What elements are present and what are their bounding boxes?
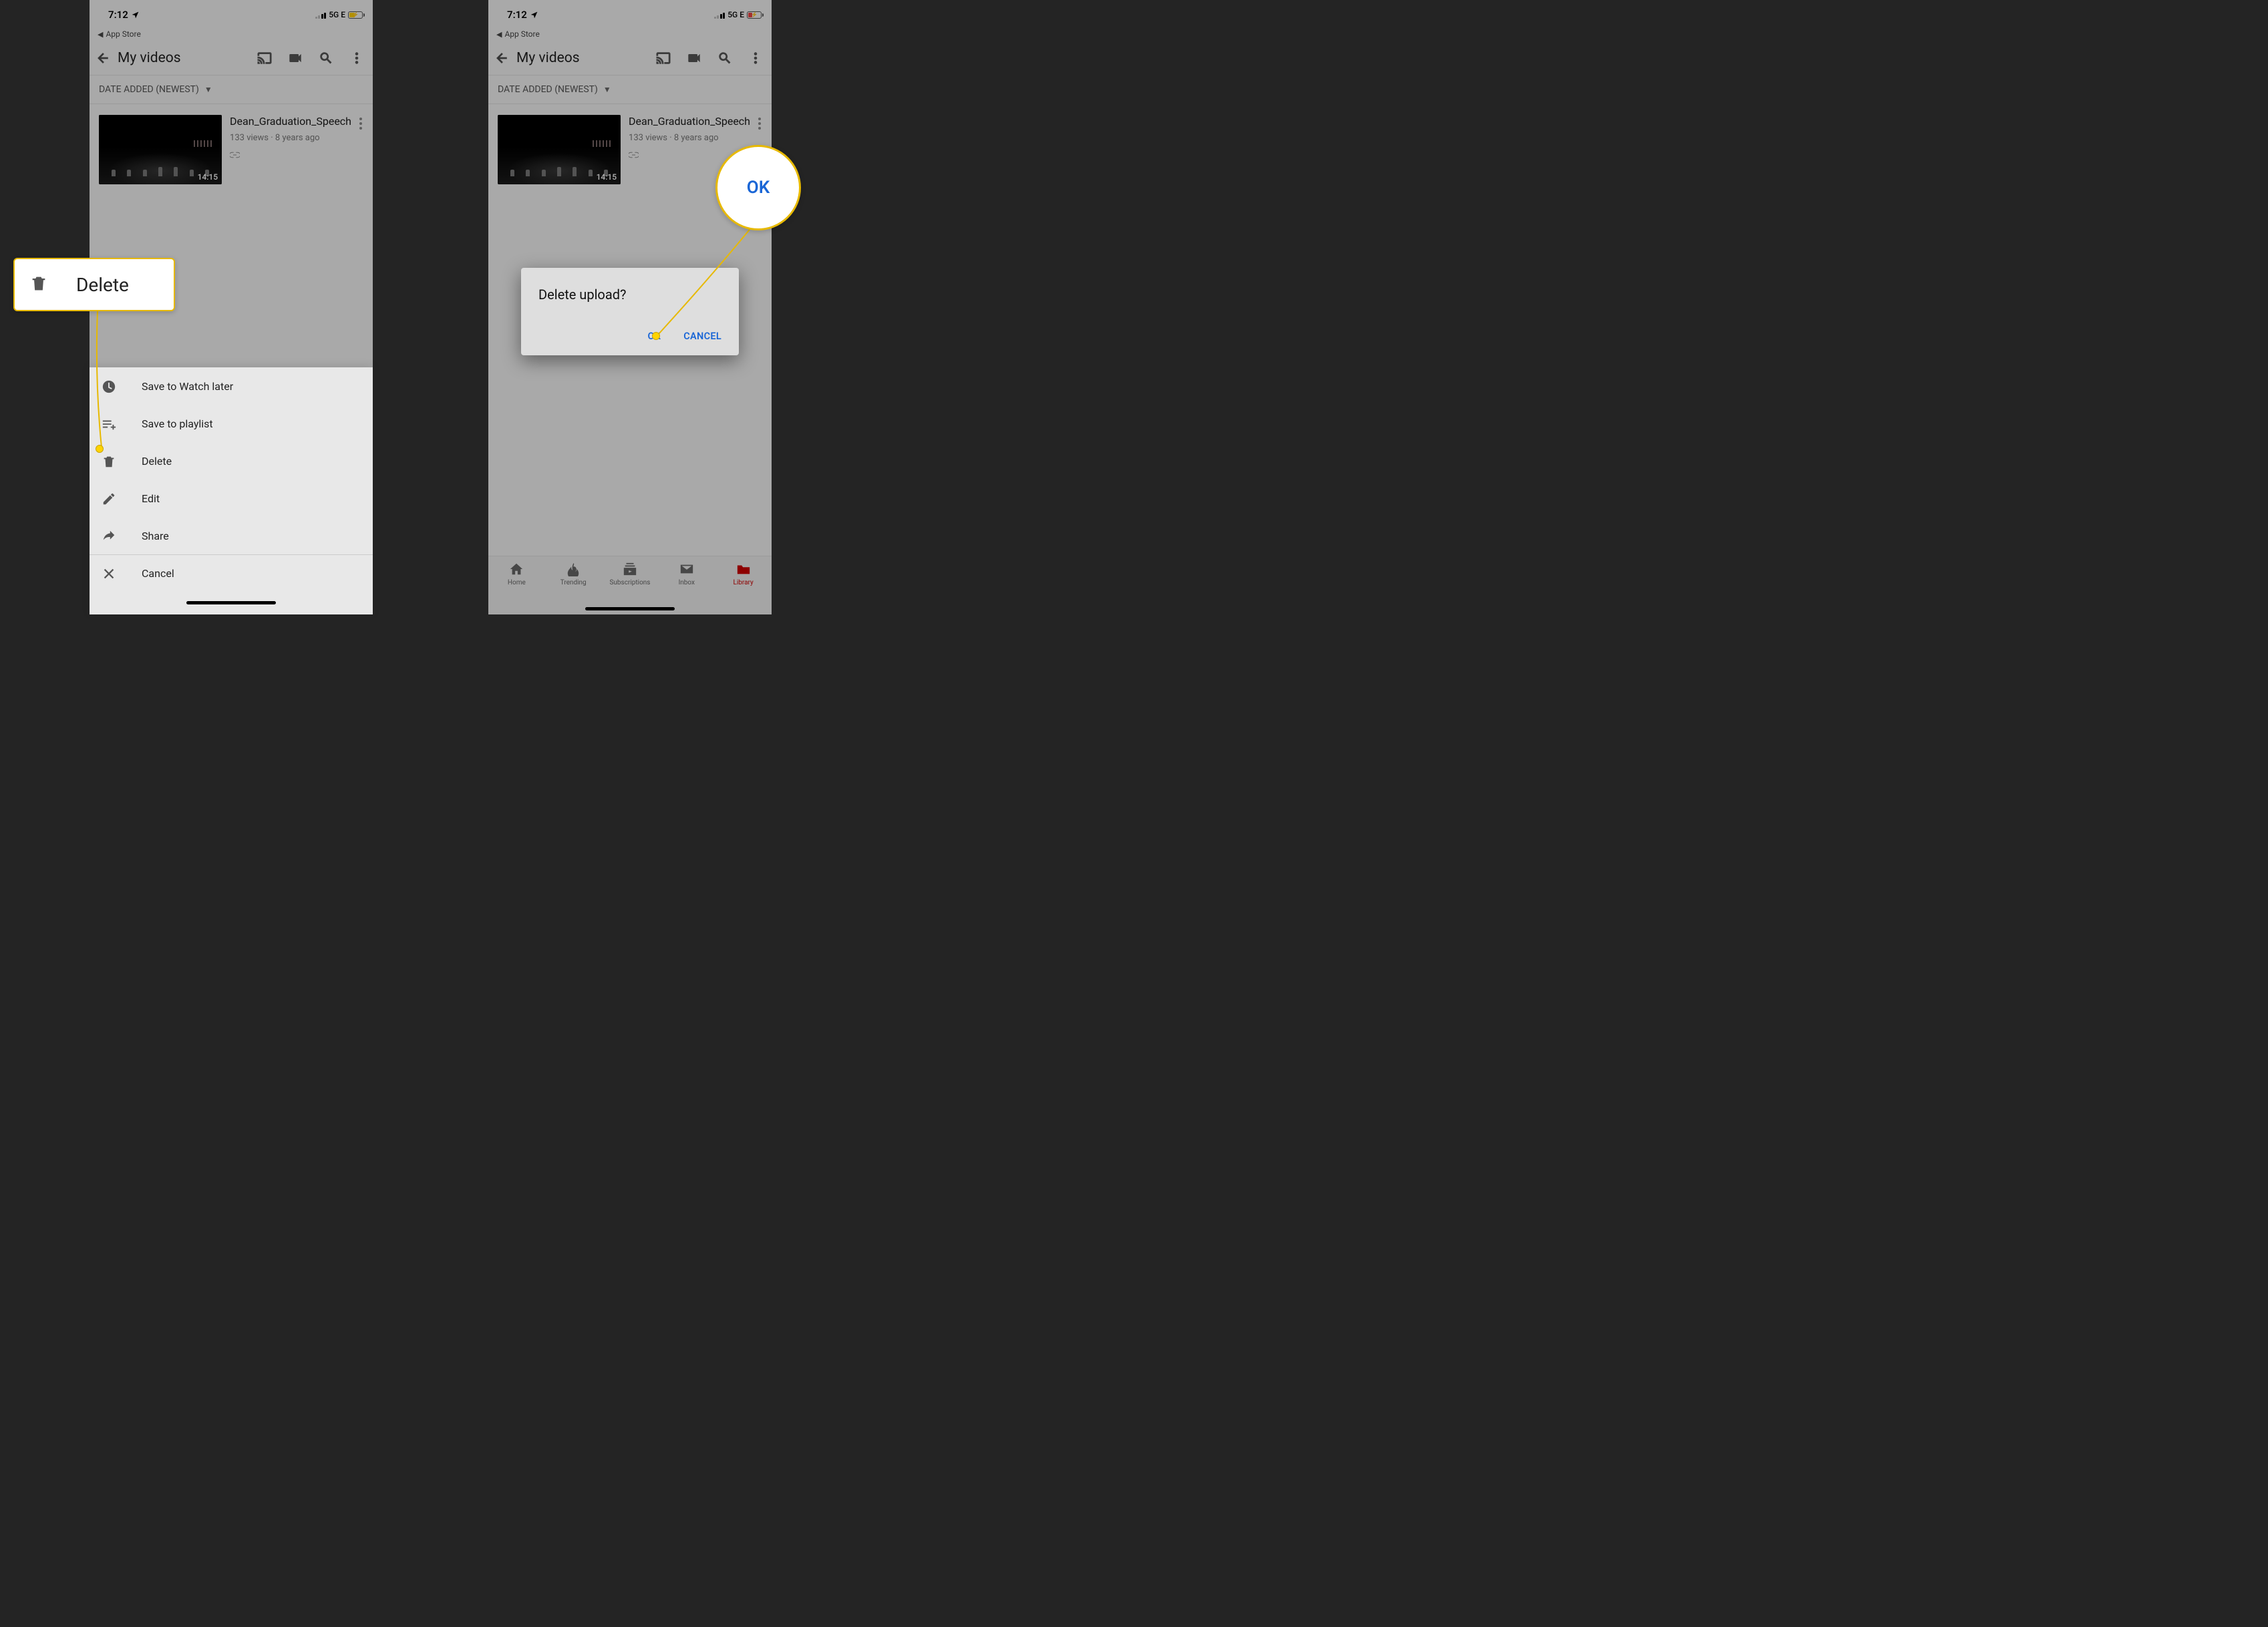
page-title: My videos [118, 50, 253, 66]
sheet-share[interactable]: Share [90, 517, 373, 554]
callout-label: Delete [76, 274, 129, 296]
callout-anchor-dot [652, 332, 660, 340]
callout-delete: Delete [13, 258, 175, 311]
network-label: 5G E [329, 10, 345, 19]
video-row[interactable]: 14:15 Dean_Graduation_Speech 133 views ·… [90, 104, 373, 195]
callout-ok: OK [715, 145, 801, 230]
trash-icon [29, 273, 48, 296]
share-icon [102, 529, 116, 544]
sheet-watch-later[interactable]: Save to Watch later [90, 367, 373, 405]
sheet-delete[interactable]: Delete [90, 442, 373, 480]
clock-icon [102, 379, 116, 394]
signal-icon [315, 11, 327, 19]
confirm-dialog: Delete upload? OK CANCEL [521, 268, 739, 355]
callout-anchor-dot [96, 445, 104, 453]
back-to-app-label: App Store [106, 29, 140, 39]
video-title: Dean_Graduation_Speech [230, 115, 363, 129]
video-duration: 14:15 [198, 172, 218, 182]
app-header: My videos [90, 41, 373, 75]
video-thumbnail[interactable]: 14:15 [99, 115, 222, 184]
sheet-label: Edit [142, 492, 160, 505]
link-icon [230, 148, 363, 161]
location-icon [131, 11, 140, 19]
sheet-edit[interactable]: Edit [90, 480, 373, 517]
video-menu-button[interactable] [357, 115, 365, 132]
camera-icon[interactable] [287, 50, 303, 66]
battery-icon: ⚡ [348, 11, 365, 19]
sort-label: DATE ADDED (NEWEST) [99, 84, 199, 95]
more-icon[interactable] [349, 50, 365, 66]
back-to-app-button[interactable]: ◀ App Store [90, 29, 373, 41]
sheet-label: Delete [142, 455, 172, 468]
back-caret-icon: ◀ [98, 30, 103, 39]
cast-icon[interactable] [257, 50, 273, 66]
callout-label: OK [747, 178, 770, 198]
phone-screenshot-right: 7:12 5G E ⚡ ◀ App Store My videos [488, 0, 772, 614]
trash-icon [102, 454, 116, 469]
back-arrow-button[interactable] [95, 50, 111, 66]
pencil-icon [102, 492, 116, 506]
status-bar: 7:12 5G E ⚡ [90, 0, 373, 29]
video-stats: 133 views · 8 years ago [230, 133, 363, 143]
search-icon[interactable] [318, 50, 334, 66]
sheet-label: Save to playlist [142, 417, 213, 430]
caret-down-icon: ▼ [204, 85, 212, 94]
close-icon [102, 566, 116, 581]
sheet-playlist[interactable]: Save to playlist [90, 405, 373, 442]
sort-selector[interactable]: DATE ADDED (NEWEST) ▼ [90, 75, 373, 104]
dialog-title: Delete upload? [538, 287, 721, 303]
bottom-sheet: Save to Watch later Save to playlist Del… [90, 367, 373, 614]
playlist-add-icon [102, 417, 116, 431]
sheet-label: Share [142, 530, 169, 542]
dialog-cancel-button[interactable]: CANCEL [683, 331, 721, 342]
sheet-label: Cancel [142, 567, 174, 580]
status-time: 7:12 [108, 9, 128, 21]
sheet-cancel[interactable]: Cancel [90, 554, 373, 592]
sheet-label: Save to Watch later [142, 380, 233, 393]
home-indicator [90, 592, 373, 614]
